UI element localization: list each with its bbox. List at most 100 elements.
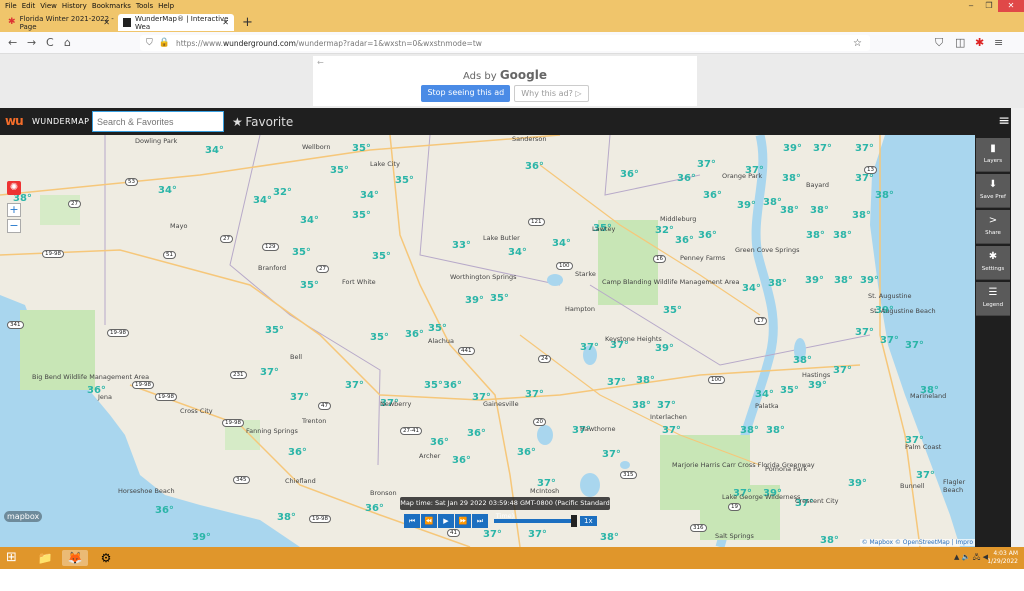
page-scrollbar[interactable] [1011,108,1024,547]
temperature-reading[interactable]: 36° [698,230,717,241]
temperature-reading[interactable]: 34° [253,195,272,206]
app-icon[interactable]: ⚙ [93,550,119,566]
temperature-reading[interactable]: 37° [657,400,676,411]
temperature-reading[interactable]: 35° [428,323,447,334]
temperature-reading[interactable]: 35° [372,251,391,262]
temperature-reading[interactable]: 38° [600,532,619,543]
temperature-reading[interactable]: 38° [768,278,787,289]
temperature-reading[interactable]: 37° [602,449,621,460]
temperature-reading[interactable]: 35° [370,332,389,343]
skip-forward-icon[interactable]: ⏭ [472,514,488,528]
temperature-reading[interactable]: 37° [880,335,899,346]
temperature-reading[interactable]: 35° [395,175,414,186]
ad-back-icon[interactable]: ← [317,58,324,67]
temperature-reading[interactable]: 36° [675,235,694,246]
tab-close-icon[interactable]: ✕ [103,18,110,27]
temperature-reading[interactable]: 38° [763,197,782,208]
temperature-reading[interactable]: 38° [834,275,853,286]
timeline-slider[interactable] [494,515,577,527]
mapbox-logo[interactable]: mapbox [4,511,43,522]
tab-florida-winter[interactable]: ✱ Florida Winter 2021-2022 - Page ✕ [3,14,115,31]
temperature-reading[interactable]: 35° [424,380,443,391]
temperature-reading[interactable]: 35° [663,305,682,316]
temperature-reading[interactable]: 35° [490,293,509,304]
temperature-reading[interactable]: 34° [158,185,177,196]
temperature-reading[interactable]: 37° [855,327,874,338]
temperature-reading[interactable]: 36° [452,455,471,466]
temperature-reading[interactable]: 37° [483,529,502,540]
temperature-reading[interactable]: 33° [452,240,471,251]
reader-icon[interactable]: ◫ [955,36,965,49]
rewind-icon[interactable]: ⏪ [421,514,437,528]
minimize-button[interactable]: ‒ [962,0,980,12]
timeline-handle[interactable] [571,515,577,527]
temperature-reading[interactable]: 36° [517,447,536,458]
temperature-reading[interactable]: 36° [288,447,307,458]
bookmark-star-icon[interactable]: ☆ [853,38,862,49]
reload-icon[interactable]: C [46,36,54,49]
temperature-reading[interactable]: 37° [855,173,874,184]
menu-history[interactable]: History [62,2,87,10]
temperature-reading[interactable]: 36° [155,505,174,516]
save-pref-button[interactable]: ⬇ Save Pref [976,174,1010,208]
temperature-reading[interactable]: 37° [260,367,279,378]
speed-select[interactable]: 1x [580,516,597,526]
temperature-reading[interactable]: 32° [655,225,674,236]
temperature-reading[interactable]: 38° [875,190,894,201]
temperature-reading[interactable]: 39° [655,343,674,354]
temperature-reading[interactable]: 37° [855,143,874,154]
fast-forward-icon[interactable]: ⏩ [455,514,471,528]
temperature-reading[interactable]: 37° [813,143,832,154]
favorite-button[interactable]: ★ Favorite [232,115,293,129]
why-this-ad-button[interactable]: Why this ad? ▷ [514,85,589,102]
temperature-reading[interactable]: 36° [703,190,722,201]
temperature-reading[interactable]: 34° [360,190,379,201]
temperature-reading[interactable]: 36° [430,437,449,448]
tab-close-icon[interactable]: ✕ [222,18,229,27]
temperature-reading[interactable]: 37° [697,159,716,170]
temperature-reading[interactable]: 37° [525,389,544,400]
menu-tools[interactable]: Tools [136,2,153,10]
temperature-reading[interactable]: 37° [916,470,935,481]
search-input[interactable] [92,111,224,132]
temperature-reading[interactable]: 38° [780,205,799,216]
temperature-reading[interactable]: 35° [265,325,284,336]
temperature-reading[interactable]: 39° [805,275,824,286]
tab-wundermap[interactable]: WunderMap® | Interactive Wea ✕ [118,14,234,31]
temperature-reading[interactable]: 38° [806,230,825,241]
temperature-reading[interactable]: 35° [352,210,371,221]
file-explorer-icon[interactable]: 📁 [32,550,58,566]
temperature-reading[interactable]: 34° [300,215,319,226]
menu-bookmarks[interactable]: Bookmarks [92,2,131,10]
temperature-reading[interactable]: 39° [808,380,827,391]
menu-icon[interactable]: ≡ [994,36,1003,49]
temperature-reading[interactable]: 35° [300,280,319,291]
forward-icon[interactable]: → [27,36,36,49]
temperature-reading[interactable]: 34° [552,238,571,249]
temperature-reading[interactable]: 34° [205,145,224,156]
menu-edit[interactable]: Edit [22,2,36,10]
legend-button[interactable]: ☰ Legend [976,282,1010,316]
temperature-reading[interactable]: 37° [905,340,924,351]
temperature-reading[interactable]: 37° [290,392,309,403]
temperature-reading[interactable]: 39° [848,478,867,489]
start-button[interactable]: ⊞ [6,551,20,565]
maximize-button[interactable]: ❐ [980,0,998,12]
firefox-icon[interactable]: 🦊 [62,550,88,566]
temperature-reading[interactable]: 38° [766,425,785,436]
map-credit[interactable]: © Mapbox © OpenStreetMap | Impro [859,539,975,546]
temperature-reading[interactable]: 36° [365,503,384,514]
menu-help[interactable]: Help [158,2,174,10]
wu-logo[interactable]: wu [5,114,24,128]
temperature-reading[interactable]: 35° [330,165,349,176]
close-window-button[interactable]: ✕ [998,0,1024,12]
temperature-reading[interactable]: 36° [525,161,544,172]
pocket-icon[interactable]: ⛉ [935,36,943,50]
temperature-reading[interactable]: 36° [467,428,486,439]
map-canvas[interactable]: 34° 35° 35° 35° 34° 34° 32° 34° 35° 34° 36° 36° 37° 3… [0,135,975,547]
temperature-reading[interactable]: 38° [833,230,852,241]
temperature-reading[interactable]: 38° [782,173,801,184]
temperature-reading[interactable]: 37° [607,377,626,388]
temperature-reading[interactable]: 38° [277,512,296,523]
temperature-reading[interactable]: 32° [273,187,292,198]
